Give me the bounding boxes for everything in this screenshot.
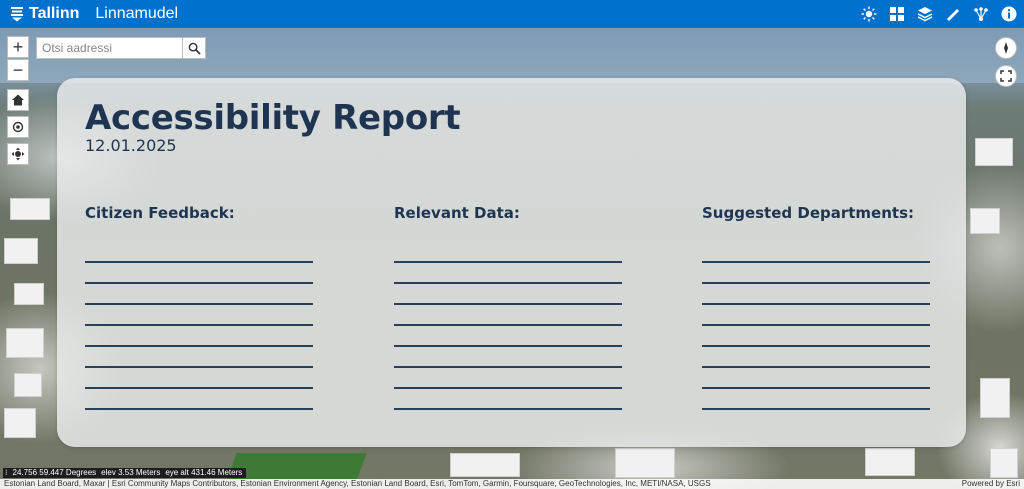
blank-lines bbox=[394, 261, 622, 429]
blank-line bbox=[85, 366, 313, 368]
building bbox=[10, 198, 50, 220]
app-name: Linnamudel bbox=[95, 5, 179, 22]
building bbox=[865, 448, 915, 476]
fullscreen-icon bbox=[1000, 70, 1012, 82]
park-area bbox=[227, 453, 367, 479]
layers-button[interactable] bbox=[914, 4, 936, 24]
blank-line bbox=[702, 408, 930, 410]
section-heading: Relevant Data: bbox=[394, 204, 520, 222]
relevant-data-section: Relevant Data: bbox=[394, 204, 624, 410]
blank-line bbox=[394, 324, 622, 326]
coordinate-toggle-icon: ⁝ bbox=[5, 468, 8, 477]
locate-icon bbox=[12, 121, 24, 133]
building bbox=[14, 283, 44, 305]
zoom-out-button[interactable]: − bbox=[7, 59, 29, 81]
zoom-in-button[interactable]: + bbox=[7, 36, 29, 58]
coordinate-readout[interactable]: ⁝ 24.756 59.447 Degrees elev 3.53 Meters… bbox=[3, 468, 247, 478]
building bbox=[4, 238, 38, 264]
daylight-icon bbox=[861, 6, 877, 22]
report-date: 12.01.2025 bbox=[85, 136, 177, 155]
blank-line bbox=[702, 324, 930, 326]
building bbox=[6, 328, 44, 358]
blank-line bbox=[702, 387, 930, 389]
attribution-text: Estonian Land Board, Maxar | Esri Commun… bbox=[4, 479, 711, 488]
eye-altitude-text: eye alt 431.46 Meters bbox=[165, 468, 243, 477]
measure-icon bbox=[947, 9, 959, 21]
app-header: Tallinn Linnamudel bbox=[0, 0, 1024, 28]
section-heading: Suggested Departments: bbox=[702, 204, 914, 222]
building bbox=[970, 208, 1000, 234]
navigation-toggle-button[interactable] bbox=[7, 143, 29, 165]
blank-line bbox=[394, 408, 622, 410]
search-icon bbox=[188, 42, 201, 55]
blank-line bbox=[394, 303, 622, 305]
blank-lines bbox=[85, 261, 313, 429]
blank-line bbox=[394, 282, 622, 284]
locate-button[interactable] bbox=[7, 116, 29, 138]
accessibility-report-panel: Accessibility Report 12.01.2025 Citizen … bbox=[57, 78, 966, 447]
analysis-button[interactable] bbox=[970, 4, 992, 24]
blank-line bbox=[702, 282, 930, 284]
blank-line bbox=[394, 366, 622, 368]
elevation-text: elev 3.53 Meters bbox=[101, 468, 161, 477]
home-button[interactable] bbox=[7, 89, 29, 111]
blank-line bbox=[85, 261, 313, 263]
building bbox=[975, 138, 1013, 166]
blank-line bbox=[85, 408, 313, 410]
blank-line bbox=[394, 387, 622, 389]
analysis-icon bbox=[974, 7, 988, 21]
building bbox=[14, 373, 42, 397]
search-input[interactable] bbox=[37, 38, 182, 58]
compass-button[interactable] bbox=[995, 37, 1017, 59]
basemap-gallery-button[interactable] bbox=[886, 4, 908, 24]
citizen-feedback-section: Citizen Feedback: bbox=[85, 204, 315, 410]
basemap-gallery-icon bbox=[890, 7, 904, 21]
powered-by-link[interactable]: Powered by Esri bbox=[962, 479, 1020, 489]
tallinn-logo-icon bbox=[11, 7, 23, 22]
info-icon bbox=[1001, 6, 1017, 22]
toolbar bbox=[858, 4, 1020, 24]
blank-line bbox=[702, 345, 930, 347]
blank-line bbox=[85, 303, 313, 305]
daylight-button[interactable] bbox=[858, 4, 880, 24]
attribution-bar[interactable]: Estonian Land Board, Maxar | Esri Commun… bbox=[0, 479, 1024, 489]
blank-line bbox=[394, 345, 622, 347]
home-icon bbox=[12, 94, 24, 106]
compass-icon bbox=[1004, 42, 1008, 54]
blank-line bbox=[702, 261, 930, 263]
layers-icon bbox=[917, 7, 933, 22]
brand-name: Tallinn bbox=[29, 5, 80, 22]
suggested-departments-section: Suggested Departments: bbox=[702, 204, 932, 410]
coordinates-text: 24.756 59.447 Degrees bbox=[12, 468, 97, 477]
blank-line bbox=[702, 366, 930, 368]
building bbox=[450, 453, 520, 477]
building bbox=[4, 408, 36, 438]
blank-line bbox=[85, 345, 313, 347]
building bbox=[615, 448, 675, 478]
building bbox=[990, 448, 1018, 478]
blank-line bbox=[85, 387, 313, 389]
fullscreen-button[interactable] bbox=[995, 65, 1017, 87]
address-search bbox=[36, 37, 206, 59]
measure-button[interactable] bbox=[942, 4, 964, 24]
blank-line bbox=[85, 324, 313, 326]
blank-lines bbox=[702, 261, 930, 429]
pan-icon bbox=[11, 147, 25, 161]
report-title: Accessibility Report bbox=[85, 98, 461, 138]
blank-line bbox=[85, 282, 313, 284]
section-heading: Citizen Feedback: bbox=[85, 204, 235, 222]
brand[interactable]: Tallinn bbox=[10, 5, 79, 23]
info-button[interactable] bbox=[998, 4, 1020, 24]
search-button[interactable] bbox=[182, 38, 205, 58]
building bbox=[980, 378, 1010, 418]
blank-line bbox=[702, 303, 930, 305]
blank-line bbox=[394, 261, 622, 263]
